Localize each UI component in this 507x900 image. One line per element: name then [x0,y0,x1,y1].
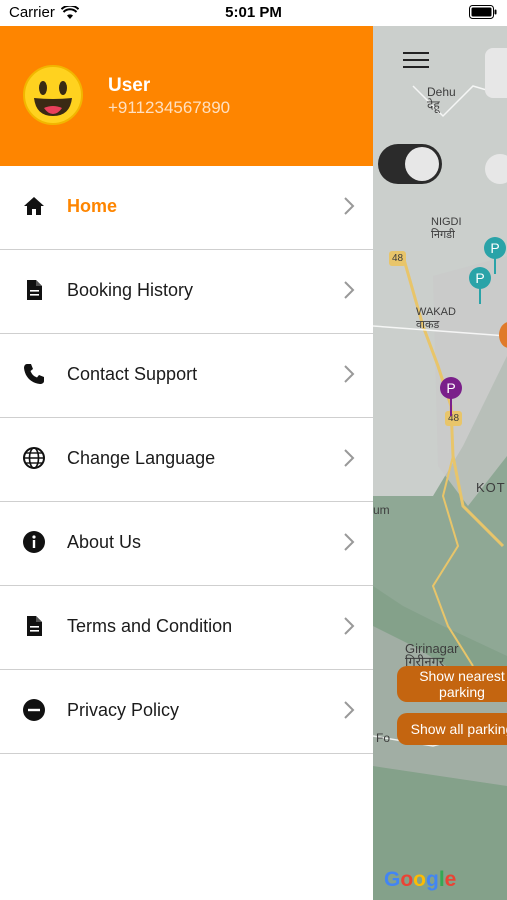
svg-text:P: P [475,270,484,286]
search-icon[interactable] [485,154,507,184]
menu-item-home[interactable]: Home [0,166,373,250]
avatar-emoji-icon[interactable] [22,64,84,126]
map-label-girinagar: Girinagar गिरीनगर [405,641,459,669]
document-icon [27,616,42,636]
chevron-right-icon [344,617,355,635]
map-label-um: um [373,503,390,517]
menu-item-label: Terms and Condition [67,616,233,636]
menu-item-about-us[interactable]: About Us [0,502,373,586]
chevron-right-icon [344,701,355,719]
drawer-header: User +911234567890 [0,26,373,166]
chevron-right-icon [344,449,355,467]
car-icon[interactable] [485,48,507,98]
menu-item-change-language[interactable]: Change Language [0,418,373,502]
document-icon [27,280,42,300]
chevron-right-icon [344,281,355,299]
chevron-right-icon [344,197,355,215]
status-time: 5:01 PM [225,4,282,21]
menu-item-contact-support[interactable]: Contact Support [0,334,373,418]
show-all-parking-button[interactable]: Show all parking [397,713,507,745]
phone-icon [24,364,44,384]
side-drawer: User +911234567890 Home Booking History … [0,26,373,900]
menu-item-label: Booking History [67,280,194,300]
chevron-right-icon [344,365,355,383]
svg-text:P: P [446,380,455,396]
google-logo: Google [384,868,457,891]
home-icon [24,197,44,215]
map-view[interactable]: Dehuदेहू D NIGDIनिगडी WAKADवाकड 48 48 KO… [373,26,507,900]
menu-item-label: Contact Support [67,364,198,384]
chevron-right-icon [344,533,355,551]
user-phone: +911234567890 [108,98,231,117]
show-nearest-parking-button[interactable]: Show nearest parking [397,666,507,702]
menu-toggle-icon[interactable] [403,52,429,73]
map-label-kot: KOT [476,480,506,495]
map-label-nigdi: NIGDI निगडी [431,216,462,241]
menu-item-booking-history[interactable]: Booking History [0,250,373,334]
map-label-fo: Fo [376,731,391,745]
map-label-dehu: Dehu देहू [427,85,456,112]
menu-item-label: About Us [67,532,142,552]
info-icon [23,531,45,553]
map-label-wakad: WAKAD वाकड [416,306,456,331]
menu-item-privacy-policy[interactable]: Privacy Policy [0,670,373,754]
battery-icon [469,5,497,19]
menu-item-label: Home [67,196,118,216]
globe-icon [23,447,45,469]
menu-item-label: Change Language [67,448,216,468]
menu-item-label: Privacy Policy [67,700,180,720]
map-toggle-switch[interactable] [378,144,442,184]
minus-circle-icon [23,699,45,721]
status-bar: Carrier 5:01 PM [0,0,507,26]
menu-item-terms[interactable]: Terms and Condition [0,586,373,670]
parking-marker-icon[interactable]: P [439,376,463,420]
parking-marker-icon[interactable]: P [468,266,492,306]
svg-text:P: P [490,240,499,256]
road-badge-48: 48 [389,251,407,266]
user-name: User [108,75,151,96]
